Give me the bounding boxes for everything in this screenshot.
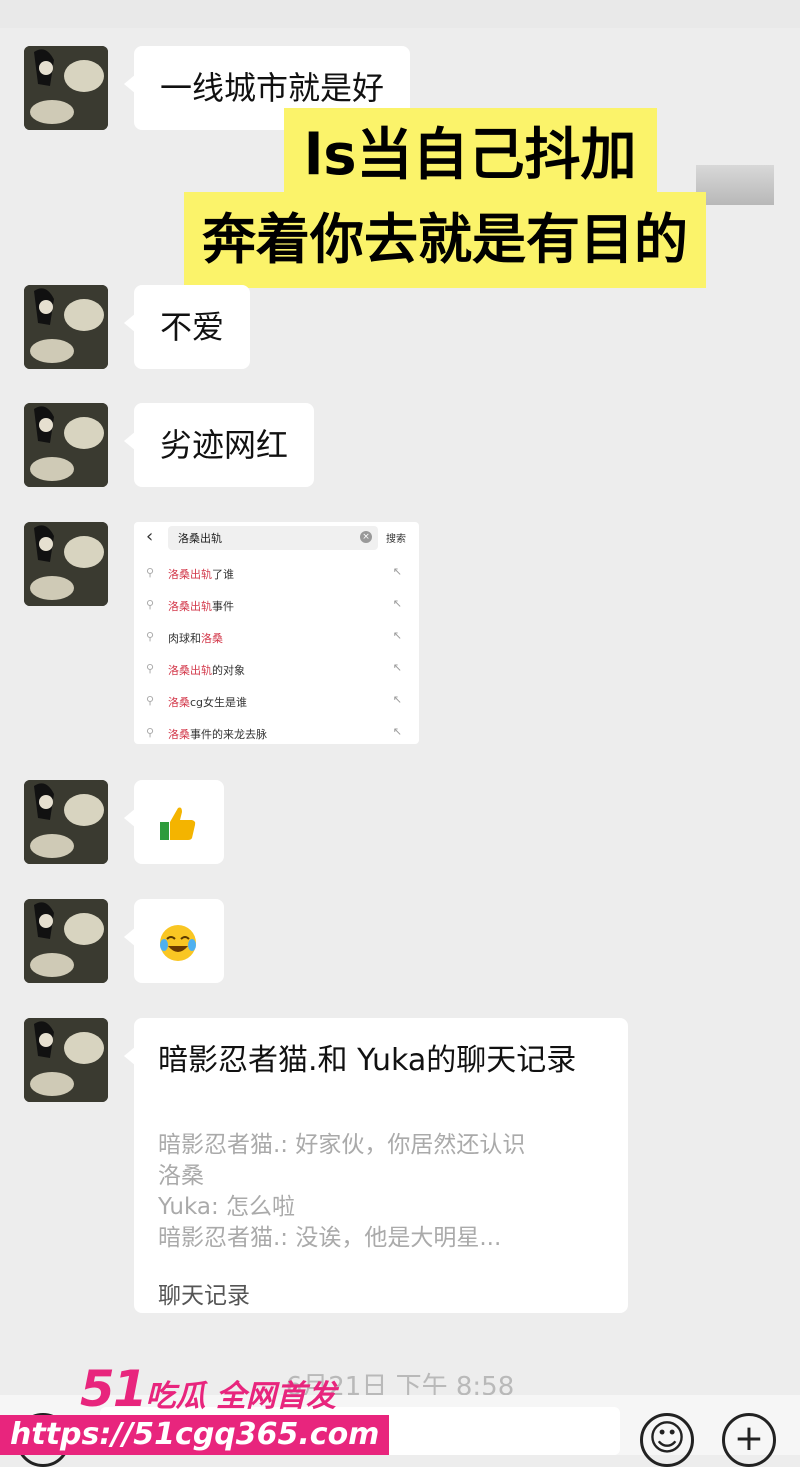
chat-record-card[interactable]: 暗影忍者猫.和 Yuka的聊天记录 暗影忍者猫.: 好家伙，你居然还认识 洛桑 … xyxy=(124,1018,628,1313)
avatar[interactable] xyxy=(24,522,108,606)
watermark-text: 吃瓜 全网首发 xyxy=(145,1379,337,1414)
search-box: 洛桑出轨 × xyxy=(168,526,378,550)
suggestion-prefix: 肉球和 xyxy=(168,632,201,645)
arrow-icon: ↖ xyxy=(392,565,402,578)
suggestion-highlight: 洛桑出轨 xyxy=(168,568,212,581)
chat-record-line: 暗影忍者猫.: 好家伙，你居然还认识 xyxy=(158,1132,526,1158)
suggestion-rest: 了谁 xyxy=(212,568,234,581)
avatar[interactable] xyxy=(24,46,108,130)
search-screenshot-image[interactable]: ‹ 洛桑出轨 × 搜索 ⚲ 洛桑出轨了谁 ↖ ⚲ 洛桑出轨事件 ↖ ⚲ 肉球和洛… xyxy=(134,522,419,744)
search-icon: ⚲ xyxy=(146,662,155,675)
avatar[interactable] xyxy=(24,1018,108,1102)
suggestion-item: ⚲ 洛桑事件的来龙去脉 ↖ xyxy=(146,720,408,744)
caption-line-1: ls当自己抖加 xyxy=(284,108,657,204)
avatar[interactable] xyxy=(24,780,108,864)
message-text: 不爱 xyxy=(160,308,225,346)
chat-record-footer: 聊天记录 xyxy=(158,1283,250,1309)
suggestion-highlight: 洛桑出轨 xyxy=(168,664,212,677)
search-query: 洛桑出轨 xyxy=(178,532,222,545)
small-photo xyxy=(696,165,774,205)
arrow-icon: ↖ xyxy=(392,661,402,674)
plus-icon: + xyxy=(733,1418,765,1459)
avatar[interactable] xyxy=(24,285,108,369)
thumbs-up-icon xyxy=(160,807,196,840)
chat-record-title: 暗影忍者猫.和 Yuka的聊天记录 xyxy=(158,1043,577,1078)
suggestion-item: ⚲ 洛桑出轨了谁 ↖ xyxy=(146,560,408,588)
suggestion-highlight: 洛桑 xyxy=(201,632,223,645)
top-strip xyxy=(0,0,800,28)
message-bubble[interactable]: 劣迹网红 xyxy=(123,403,315,487)
suggestion-item: ⚲ 肉球和洛桑 ↖ xyxy=(146,624,408,652)
suggestion-rest: cg女生是谁 xyxy=(190,696,248,709)
suggestion-item: ⚲ 洛桑cg女生是谁 ↖ xyxy=(146,688,408,716)
message-text: 劣迹网红 xyxy=(160,426,289,464)
arrow-icon: ↖ xyxy=(392,597,402,610)
suggestion-item: ⚲ 洛桑出轨事件 ↖ xyxy=(146,592,408,620)
watermark-logo: 51吃瓜 全网首发 xyxy=(80,1360,336,1418)
smiley-icon: ☺ xyxy=(648,1418,686,1459)
clear-icon: × xyxy=(360,531,372,543)
watermark-url: https://51cgq365.com xyxy=(0,1415,390,1455)
suggestion-rest: 事件的来龙去脉 xyxy=(190,728,267,741)
more-button[interactable]: + xyxy=(722,1413,776,1467)
crying-laughing-icon xyxy=(160,925,196,961)
emoji-button[interactable]: ☺ xyxy=(640,1413,694,1467)
arrow-icon: ↖ xyxy=(392,693,402,706)
search-icon: ⚲ xyxy=(146,630,155,643)
back-icon: ‹ xyxy=(146,526,154,547)
chat-record-line: Yuka: 怎么啦 xyxy=(158,1194,296,1220)
watermark-number: 51 xyxy=(80,1360,148,1418)
suggestion-highlight: 洛桑出轨 xyxy=(168,600,212,613)
avatar[interactable] xyxy=(24,899,108,983)
search-icon: ⚲ xyxy=(146,566,155,579)
search-button: 搜索 xyxy=(386,534,406,545)
search-header: ‹ 洛桑出轨 × 搜索 xyxy=(134,522,419,552)
message-bubble[interactable] xyxy=(124,899,224,983)
arrow-icon: ↖ xyxy=(392,725,402,738)
message-bubble[interactable] xyxy=(124,780,224,864)
message-bubble[interactable]: 不爱 xyxy=(123,285,251,369)
caption-line-2: 奔着你去就是有目的 xyxy=(184,192,706,288)
suggestion-rest: 事件 xyxy=(212,600,234,613)
suggestion-item: ⚲ 洛桑出轨的对象 ↖ xyxy=(146,656,408,684)
suggestion-highlight: 洛桑 xyxy=(168,696,190,709)
arrow-icon: ↖ xyxy=(392,629,402,642)
chat-record-line: 暗影忍者猫.: 没诶，他是大明星... xyxy=(158,1225,502,1251)
chat-record-line: 洛桑 xyxy=(158,1163,204,1189)
suggestion-highlight: 洛桑 xyxy=(168,728,190,741)
suggestion-rest: 的对象 xyxy=(212,664,245,677)
search-icon: ⚲ xyxy=(146,694,155,707)
search-icon: ⚲ xyxy=(146,598,155,611)
search-icon: ⚲ xyxy=(146,726,155,739)
avatar[interactable] xyxy=(24,403,108,487)
